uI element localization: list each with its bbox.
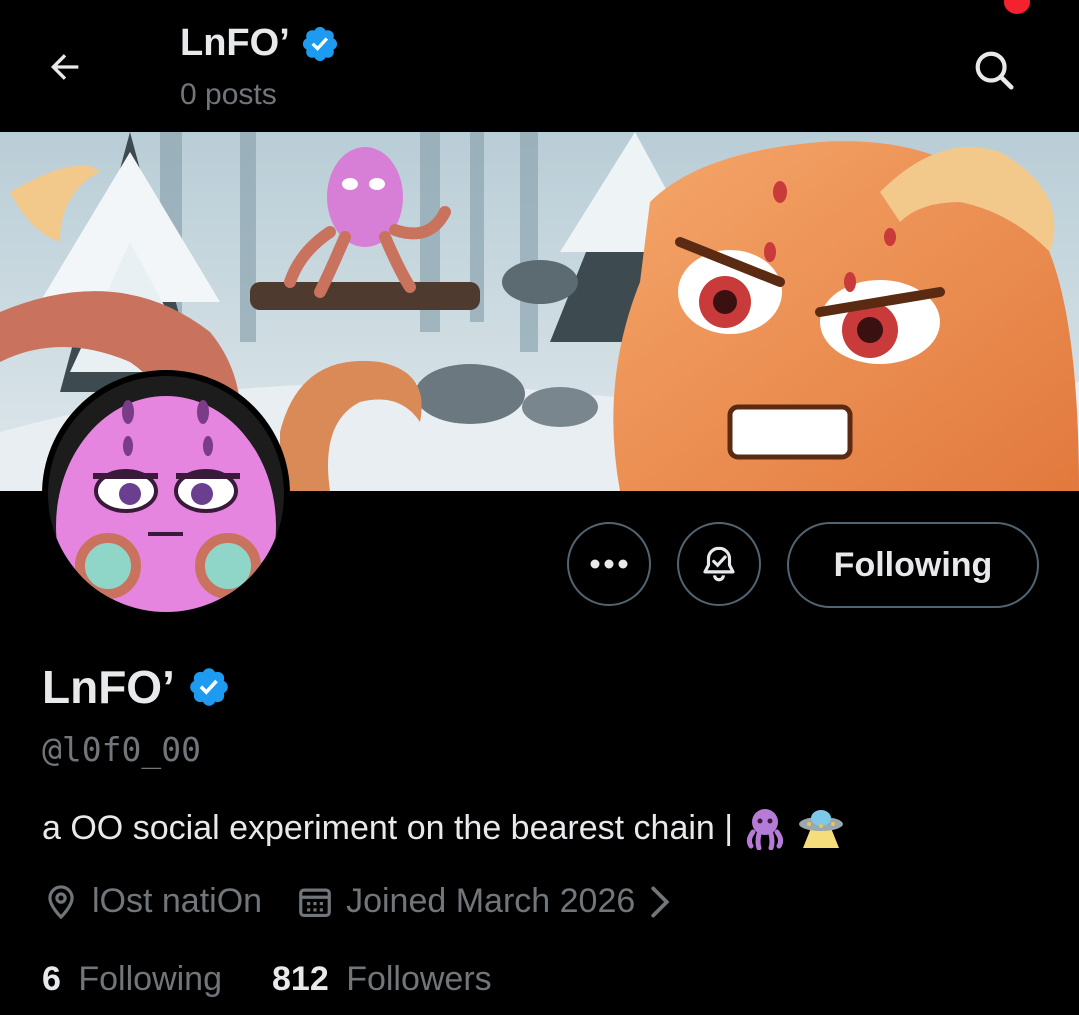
profile-avatar[interactable] [42, 370, 290, 618]
following-button[interactable]: Following [787, 522, 1039, 608]
arrow-left-icon [50, 54, 79, 80]
location: lOst natiOn [42, 882, 262, 921]
avatar-image [48, 376, 284, 612]
join-date-text: Joined March 2026 [346, 882, 636, 920]
profile-meta: lOst natiOn Joined March 2026 [42, 882, 673, 921]
notifications-button[interactable] [677, 522, 761, 606]
followers-count-link[interactable]: 812 Followers [272, 960, 492, 999]
header-display-name: LnFO’ [180, 22, 290, 64]
profile-display-name: LnFO’ [42, 661, 175, 713]
chevron-right-icon [651, 886, 670, 917]
followers-count: 812 [272, 960, 329, 998]
profile-handle: @l0f0_00 [42, 730, 201, 769]
follow-counts: 6 Following 812 Followers [42, 960, 492, 999]
header-title: LnFO’ [180, 22, 340, 65]
following-count: 6 [42, 960, 61, 998]
bell-check-icon [703, 546, 735, 582]
following-count-link[interactable]: 6 Following [42, 960, 222, 999]
octopus-emoji-icon [747, 809, 784, 850]
bio-text: a OO social experiment on the bearest ch… [42, 808, 734, 847]
search-icon [975, 51, 1014, 90]
search-button[interactable] [966, 42, 1022, 98]
calendar-icon [299, 888, 331, 917]
join-date[interactable]: Joined March 2026 [296, 882, 673, 921]
back-button[interactable] [40, 42, 90, 92]
following-label: Following [78, 960, 222, 998]
profile-bio: a OO social experiment on the bearest ch… [42, 806, 845, 850]
location-text: lOst natiOn [92, 882, 263, 920]
ufo-emoji-icon [799, 810, 844, 848]
followers-label: Followers [346, 960, 492, 998]
more-dots-icon [590, 559, 628, 569]
more-options-button[interactable] [567, 522, 651, 606]
verified-badge-icon[interactable] [187, 665, 231, 709]
profile-name-row: LnFO’ [42, 660, 231, 714]
verified-badge-icon [302, 26, 337, 61]
header-post-count: 0 posts [180, 78, 277, 111]
notification-dot [1004, 0, 1030, 14]
location-pin-icon [48, 884, 74, 919]
